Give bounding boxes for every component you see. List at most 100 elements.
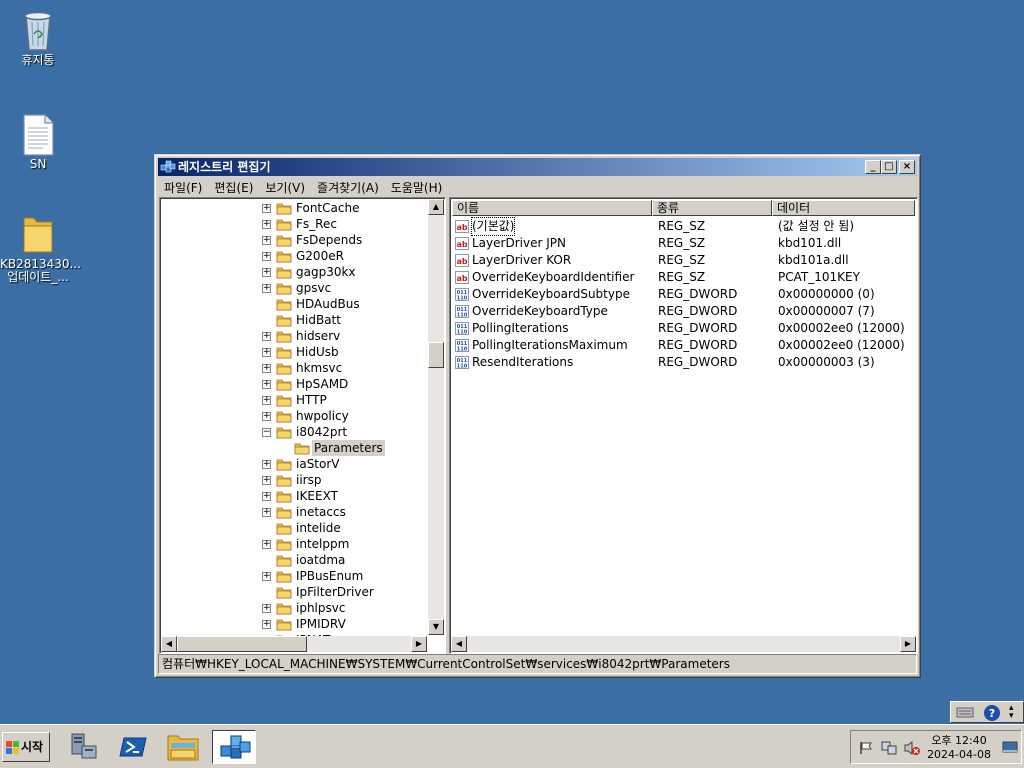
menu-favorites[interactable]: 즐겨찾기(A) — [311, 177, 385, 196]
column-header-name[interactable]: 이름 — [452, 200, 652, 216]
expand-icon[interactable]: + — [262, 492, 271, 501]
value-row[interactable]: 011 110 PollingIterations REG_DWORD 0x00002e… — [452, 320, 914, 337]
expand-icon[interactable]: + — [262, 284, 271, 293]
menu-view[interactable]: 보기(V) — [259, 177, 311, 196]
tree-node[interactable]: + HidUsb — [160, 344, 428, 360]
minimize-button[interactable]: _ — [865, 160, 881, 174]
menu-file[interactable]: 파일(F) — [158, 177, 208, 196]
expand-icon[interactable]: + — [262, 412, 271, 421]
tree-node[interactable]: + HpSAMD — [160, 376, 428, 392]
value-row[interactable]: 011 110 OverrideKeyboardType REG_DWORD 0x000… — [452, 303, 914, 320]
tree-node[interactable]: + gagp30kx — [160, 264, 428, 280]
tree-node[interactable]: IpFilterDriver — [160, 584, 428, 600]
tree-horizontal-scrollbar[interactable]: ◀ ▶ — [161, 636, 427, 652]
expand-icon[interactable]: + — [262, 508, 271, 517]
clock[interactable]: 오후 12:40 2024-04-08 — [927, 734, 991, 762]
tree-node[interactable]: Parameters — [160, 440, 428, 456]
tree-node[interactable]: + iaStorV — [160, 456, 428, 472]
registry-values-pane[interactable]: 이름 종류 데이터 ab (기본값) REG_SZ (값 설정 안 됨) ab Layer… — [449, 197, 918, 654]
tree-node[interactable]: − i8042prt — [160, 424, 428, 440]
expand-icon[interactable]: + — [262, 268, 271, 277]
value-row[interactable]: 011 110 ResendIterations REG_DWORD 0x0000000… — [452, 354, 914, 371]
tree-node[interactable]: + hwpolicy — [160, 408, 428, 424]
scroll-right-button[interactable]: ▶ — [900, 636, 916, 652]
tree-node[interactable]: HidBatt — [160, 312, 428, 328]
show-desktop-icon[interactable] — [1002, 741, 1018, 755]
value-row[interactable]: ab LayerDriver JPN REG_SZ kbd101.dll — [452, 235, 914, 252]
tree-node[interactable]: + hkmsvc — [160, 360, 428, 376]
expand-icon[interactable]: + — [262, 572, 271, 581]
tree-node[interactable]: + G200eR — [160, 248, 428, 264]
tree-node[interactable]: + intelppm — [160, 536, 428, 552]
scroll-down-button[interactable]: ▼ — [428, 619, 444, 635]
tree-node[interactable]: + inetaccs — [160, 504, 428, 520]
collapse-icon[interactable]: − — [262, 428, 271, 437]
value-row[interactable]: 011 110 PollingIterationsMaximum REG_DWORD 0… — [452, 337, 914, 354]
tree-node[interactable]: + iphlpsvc — [160, 600, 428, 616]
column-header-data[interactable]: 데이터 — [772, 200, 915, 216]
scroll-thumb[interactable] — [428, 342, 444, 368]
tree-vertical-scrollbar[interactable]: ▲ ▼ — [428, 199, 444, 635]
menu-edit[interactable]: 편집(E) — [208, 177, 259, 196]
expand-icon[interactable]: + — [262, 396, 271, 405]
desktop-icon-kb-folder[interactable]: KB2813430... 업데이트_... — [0, 212, 81, 284]
expand-icon[interactable]: + — [262, 236, 271, 245]
server-manager-button[interactable] — [68, 730, 102, 764]
tree-node[interactable]: + hidserv — [160, 328, 428, 344]
expand-icon[interactable]: + — [262, 348, 271, 357]
tree-node[interactable]: + IKEEXT — [160, 488, 428, 504]
tree-node[interactable]: ioatdma — [160, 552, 428, 568]
tree-node[interactable]: + Fs_Rec — [160, 216, 428, 232]
scroll-left-button[interactable]: ◀ — [161, 636, 177, 652]
start-button[interactable]: 시작 — [2, 732, 50, 762]
expand-icon[interactable]: + — [262, 204, 271, 213]
regedit-taskbar-button[interactable] — [212, 730, 256, 764]
tree-node[interactable]: + iirsp — [160, 472, 428, 488]
help-icon[interactable]: ? — [983, 704, 1001, 722]
expand-icon[interactable]: + — [262, 620, 271, 629]
scroll-up-button[interactable]: ▲ — [428, 199, 444, 215]
tree-node[interactable]: HDAudBus — [160, 296, 428, 312]
close-button[interactable]: × — [899, 160, 915, 174]
scroll-thumb[interactable] — [177, 636, 307, 652]
powershell-button[interactable] — [118, 730, 152, 764]
tree-node[interactable]: + IPMIDRV — [160, 616, 428, 632]
maximize-button[interactable]: □ — [881, 160, 897, 174]
value-name: OverrideKeyboardType — [472, 304, 608, 318]
tree-node[interactable]: + HTTP — [160, 392, 428, 408]
expand-icon[interactable]: + — [262, 220, 271, 229]
explorer-button[interactable] — [166, 730, 200, 764]
volume-muted-icon[interactable] — [903, 740, 921, 756]
value-row[interactable]: 011 110 OverrideKeyboardSubtype REG_DWORD 0x… — [452, 286, 914, 303]
value-row[interactable]: ab LayerDriver KOR REG_SZ kbd101a.dll — [452, 252, 914, 269]
action-center-flag-icon[interactable] — [859, 741, 873, 755]
expand-icon[interactable]: + — [262, 332, 271, 341]
tree-node[interactable]: + IPBusEnum — [160, 568, 428, 584]
value-row[interactable]: ab (기본값) REG_SZ (값 설정 안 됨) — [452, 217, 914, 236]
title-bar[interactable]: 레지스트리 편집기 _ □ × — [158, 158, 917, 176]
scroll-right-button[interactable]: ▶ — [411, 636, 427, 652]
tree-node[interactable]: intelide — [160, 520, 428, 536]
expand-icon[interactable]: + — [262, 460, 271, 469]
scroll-left-button[interactable]: ◀ — [451, 636, 467, 652]
tree-node[interactable]: + gpsvc — [160, 280, 428, 296]
keyboard-icon[interactable] — [956, 705, 974, 719]
expand-icon[interactable]: + — [262, 252, 271, 261]
expand-icon[interactable]: + — [262, 604, 271, 613]
tray-options-icon[interactable]: ▴ ▾ — [1009, 704, 1014, 721]
desktop-icon-recycle-bin[interactable]: 휴지통 — [0, 8, 76, 67]
expand-icon[interactable]: + — [262, 540, 271, 549]
value-row[interactable]: ab OverrideKeyboardIdentifier REG_SZ PCAT_1… — [452, 269, 914, 286]
expand-icon[interactable]: + — [262, 476, 271, 485]
tree-node[interactable]: + FsDepends — [160, 232, 428, 248]
desktop-icon-sn[interactable]: SN — [0, 114, 76, 171]
column-header-type[interactable]: 종류 — [652, 200, 772, 216]
values-horizontal-scrollbar[interactable]: ◀ ▶ — [451, 636, 916, 652]
registry-tree-pane[interactable]: + FontCache + Fs_Rec + FsDepends + G200eR + gagp3… — [159, 197, 446, 654]
menu-help[interactable]: 도움말(H) — [385, 177, 449, 196]
network-icon[interactable] — [881, 740, 897, 756]
expand-icon[interactable]: + — [262, 380, 271, 389]
registry-editor-window[interactable]: 레지스트리 편집기 _ □ × 파일(F) 편집(E) 보기(V) 즐겨찾기(A… — [154, 154, 921, 678]
tree-node[interactable]: + FontCache — [160, 200, 428, 216]
expand-icon[interactable]: + — [262, 364, 271, 373]
